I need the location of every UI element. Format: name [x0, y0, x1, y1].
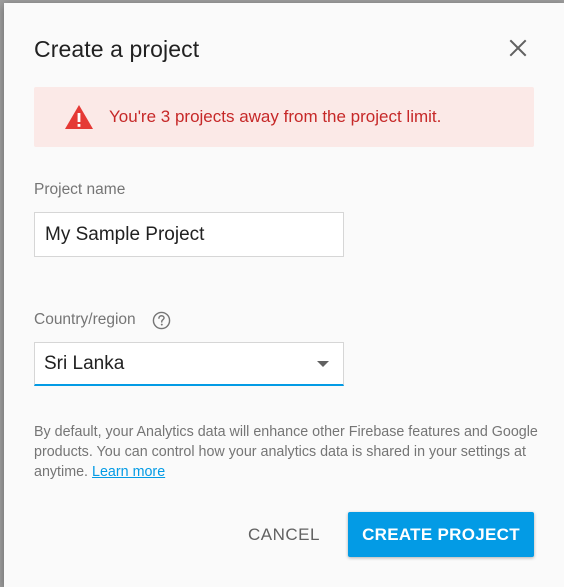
country-region-label: Country/region	[34, 311, 136, 328]
project-name-input[interactable]	[34, 212, 344, 257]
analytics-info: By default, your Analytics data will enh…	[34, 422, 539, 482]
create-project-button[interactable]: CREATE PROJECT	[348, 512, 534, 557]
dialog-title: Create a project	[34, 36, 200, 62]
create-project-dialog: Create a project You're 3 projects away …	[4, 3, 564, 587]
project-limit-warning: You're 3 projects away from the project …	[34, 87, 534, 147]
country-region-value: Sri Lanka	[44, 353, 125, 374]
country-region-select[interactable]: Sri Lanka	[34, 342, 344, 386]
help-circle-icon[interactable]	[152, 311, 171, 330]
cancel-button[interactable]: CANCEL	[234, 512, 334, 557]
project-name-label: Project name	[34, 181, 126, 198]
dropdown-arrow-icon	[317, 361, 329, 367]
close-icon[interactable]	[506, 36, 530, 60]
close-button[interactable]	[506, 36, 530, 60]
learn-more-link[interactable]: Learn more	[92, 464, 165, 480]
warning-text: You're 3 projects away from the project …	[109, 107, 442, 126]
warning-triangle-icon	[65, 105, 93, 129]
